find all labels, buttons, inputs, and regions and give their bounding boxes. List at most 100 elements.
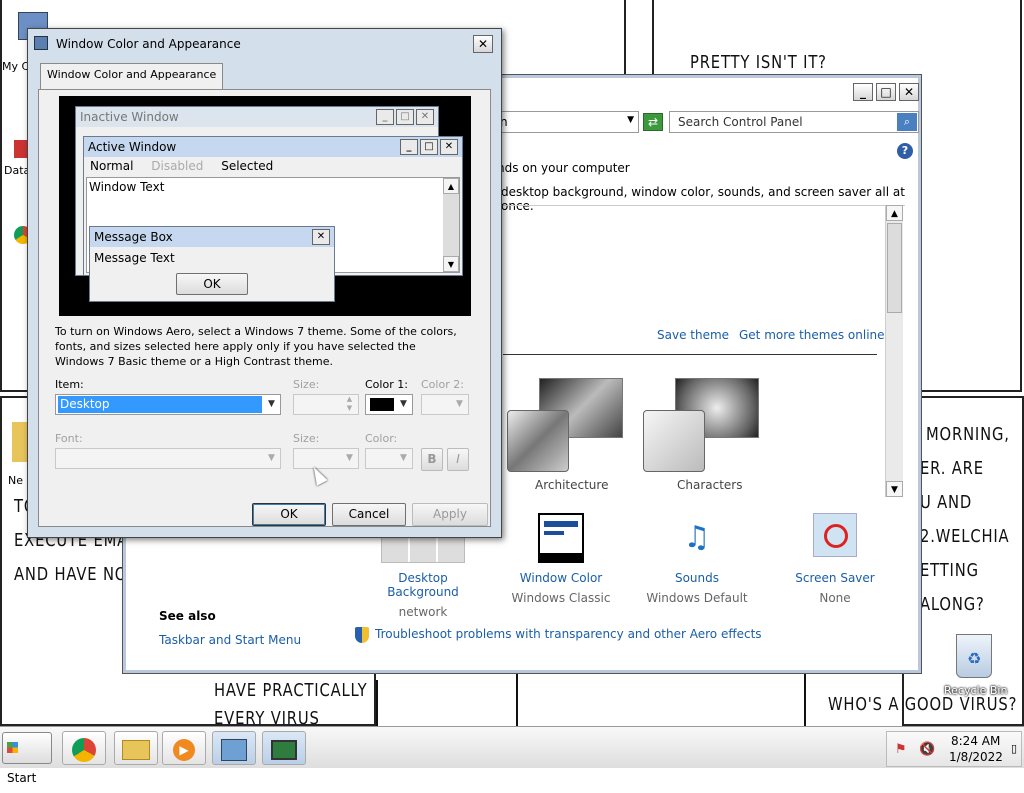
chevron-down-icon[interactable]: ▼ — [263, 449, 280, 468]
theme-characters-thumb[interactable] — [641, 376, 761, 472]
scroll-up-icon[interactable]: ▲ — [886, 205, 903, 221]
address-bar[interactable]: n ▼ — [493, 111, 639, 133]
control-panel-taskbar-icon[interactable] — [212, 731, 256, 765]
font-color-label: Color: — [365, 432, 398, 445]
volume-muted-icon[interactable]: 🔇 — [919, 742, 935, 757]
search-icon[interactable]: ⌕ — [897, 113, 917, 131]
display-settings-taskbar-icon[interactable] — [262, 731, 306, 765]
dialog-close-button[interactable]: ✕ — [473, 35, 493, 53]
window-color-icon — [538, 513, 584, 563]
see-also-heading: See also — [159, 609, 216, 623]
maximize-button[interactable]: □ — [876, 83, 896, 101]
minimize-icon: _ — [376, 109, 394, 125]
size-spinner[interactable]: ▲ ▼ — [293, 394, 359, 415]
refresh-icon[interactable]: ⇄ — [643, 113, 663, 131]
window-color-item[interactable]: Window Color Windows Classic — [501, 513, 621, 605]
italic-button[interactable]: I — [447, 448, 469, 471]
color2-picker[interactable]: ▼ — [421, 394, 469, 415]
ok-button[interactable]: OK — [252, 503, 326, 526]
scroll-thumb[interactable] — [887, 223, 902, 313]
cancel-button[interactable]: Cancel — [332, 503, 406, 526]
chevron-down-icon[interactable]: ▼ — [451, 395, 468, 414]
font-size-select[interactable]: ▼ — [293, 448, 359, 469]
apply-button[interactable]: Apply — [412, 503, 488, 526]
color1-label: Color 1: — [365, 378, 408, 391]
comic-text-pretty: PRETTY ISN'T IT? — [690, 52, 827, 73]
theme-architecture-thumb[interactable] — [505, 376, 625, 472]
minimize-icon: _ — [400, 139, 418, 155]
comic-text-have-1: EVERY VIRUS — [214, 708, 320, 726]
comic-text-morning-3: 2.WELCHIA — [920, 526, 1010, 547]
help-icon[interactable]: ? — [897, 143, 913, 159]
taskbar: Start ▶ ⚑ 🔇 8:24 AM 1/8/2022 ▯ — [0, 726, 1024, 785]
start-button[interactable]: Start — [2, 732, 52, 785]
color1-picker[interactable]: ▼ — [365, 394, 413, 415]
ne-label: Ne — [8, 474, 23, 487]
screen-saver-title: Screen Saver — [795, 571, 875, 585]
network-warning-icon[interactable]: ⚑ — [895, 742, 907, 757]
font-label: Font: — [55, 432, 83, 445]
search-input[interactable]: Search Control Panel ⌕ — [669, 111, 919, 133]
close-button[interactable]: ✕ — [899, 83, 919, 101]
taskbar-start-menu-link[interactable]: Taskbar and Start Menu — [159, 633, 301, 647]
bold-button[interactable]: B — [421, 448, 443, 471]
comic-text-morning-4: ETTING — [920, 560, 979, 581]
show-desktop-icon[interactable]: ▯ — [1011, 742, 1017, 755]
close-icon: ✕ — [440, 139, 458, 155]
recycle-bin-label: Recycle Bin — [944, 684, 1008, 697]
chevron-down-icon[interactable]: ▼ — [263, 395, 280, 414]
recycle-bin-icon[interactable]: ♻ — [956, 634, 992, 678]
message-box-caption: Message Box ✕ — [90, 227, 334, 247]
minimize-button[interactable]: _ — [853, 83, 873, 101]
chevron-down-icon[interactable]: ▼ — [341, 449, 358, 468]
spin-icon[interactable]: ▲ ▼ — [341, 395, 358, 414]
screen-saver-item[interactable]: Screen Saver None — [775, 513, 895, 605]
theme-architecture-label: Architecture — [535, 478, 609, 492]
chevron-down-icon[interactable]: ▼ — [395, 395, 412, 414]
item-label: Item: — [55, 378, 84, 391]
sounds-item[interactable]: ♫ Sounds Windows Default — [637, 513, 757, 605]
theme-list-scrollbar[interactable]: ▲ ▼ — [885, 205, 903, 497]
comic-text-have-0: HAVE PRACTICALLY — [214, 680, 368, 701]
scroll-down-icon[interactable]: ▼ — [886, 481, 903, 497]
address-dropdown-icon[interactable]: ▼ — [627, 115, 634, 125]
close-icon: ✕ — [312, 229, 330, 245]
comic-text-morning-2: U AND — [920, 492, 973, 513]
chevron-down-icon[interactable]: ▼ — [395, 449, 412, 468]
divider — [503, 354, 877, 355]
desktop-background-subtitle: network — [398, 605, 448, 619]
comic-line — [516, 674, 518, 726]
window-color-title: Window Color — [519, 571, 603, 585]
start-label: Start — [7, 771, 37, 785]
troubleshoot-link[interactable]: Troubleshoot problems with transparency … — [375, 627, 762, 641]
sounds-icon: ♫ — [683, 520, 711, 555]
tab-window-color[interactable]: Window Color and Appearance — [40, 63, 224, 89]
preview-area: Inactive Window _ □ ✕ Active Window _ □ … — [59, 96, 471, 316]
menu-disabled: Disabled — [151, 159, 204, 173]
scroll-down-icon: ▼ — [443, 256, 459, 272]
window-color-appearance-dialog: Window Color and Appearance ✕ Window Col… — [27, 28, 502, 538]
save-theme-link[interactable]: Save theme — [657, 328, 729, 342]
clock-date[interactable]: 1/8/2022 — [949, 750, 1003, 764]
color2-label: Color 2: — [421, 378, 464, 391]
get-more-themes-link[interactable]: Get more themes online — [739, 328, 885, 342]
font-select[interactable]: ▼ — [55, 448, 281, 469]
font-color-picker[interactable]: ▼ — [365, 448, 413, 469]
desktop-background-title: Desktop Background — [387, 571, 459, 599]
clock-time[interactable]: 8:24 AM — [951, 734, 1000, 748]
dialog-tab-panel: Inactive Window _ □ ✕ Active Window _ □ … — [38, 89, 491, 527]
comic-text-morning-5: ALONG? — [920, 594, 985, 615]
theme-list: Save theme Get more themes online Archit… — [503, 205, 905, 497]
preview-menu-bar: Normal Disabled Selected — [84, 157, 462, 175]
comic-text-who: WHO'S A GOOD VIRUS? — [828, 694, 1018, 715]
chrome-taskbar-icon[interactable] — [62, 731, 106, 765]
window-color-subtitle: Windows Classic — [511, 591, 611, 605]
screen-saver-subtitle: None — [819, 591, 851, 605]
item-select[interactable]: Desktop ▼ — [55, 394, 281, 415]
window-text: Window Text — [89, 180, 165, 194]
media-player-taskbar-icon[interactable]: ▶ — [162, 731, 206, 765]
sounds-subtitle: Windows Default — [646, 591, 748, 605]
data-icon[interactable] — [14, 140, 28, 158]
explorer-taskbar-icon[interactable] — [114, 731, 158, 765]
aero-info-text: To turn on Windows Aero, select a Window… — [55, 325, 457, 368]
